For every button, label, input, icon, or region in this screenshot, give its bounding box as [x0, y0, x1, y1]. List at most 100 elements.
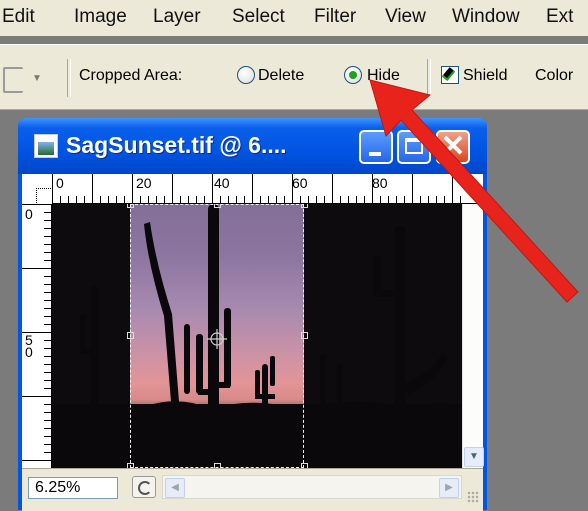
close-button[interactable]: ✕	[436, 130, 470, 164]
scroll-right-icon[interactable]: ▶	[439, 478, 459, 498]
ruler-tick	[44, 324, 52, 325]
vertical-scrollbar[interactable]: ▼	[462, 204, 484, 468]
chevron-down-icon[interactable]: ▼	[32, 73, 42, 84]
hide-label[interactable]: Hide	[367, 67, 400, 85]
ruler-tick	[308, 196, 309, 204]
document-window: SagSunset.tif @ 6.... ✕ 0 20 40 60 80 0 …	[18, 118, 487, 511]
delete-label[interactable]: Delete	[258, 67, 304, 85]
separator	[67, 59, 71, 97]
ruler-tick	[436, 196, 437, 204]
ruler-tick	[44, 300, 52, 301]
ruler-tick	[44, 244, 52, 245]
ruler-tick	[444, 196, 445, 204]
document-icon	[34, 134, 58, 158]
minimize-button[interactable]	[359, 130, 393, 164]
menu-ext[interactable]: Ext	[546, 6, 573, 28]
crop-handle[interactable]	[301, 332, 308, 339]
menu-select[interactable]: Select	[232, 6, 285, 28]
ruler-tick	[252, 174, 253, 204]
status-menu-icon[interactable]	[132, 476, 156, 498]
ruler-tick	[180, 196, 181, 204]
ruler-tick	[420, 196, 421, 204]
shield-checkbox[interactable]	[441, 66, 459, 84]
ruler-tick	[292, 174, 293, 204]
menu-edit[interactable]: Edit	[2, 6, 35, 28]
radio-selected-dot	[349, 71, 357, 79]
resize-grip-icon[interactable]	[467, 491, 479, 503]
ruler-tick	[220, 196, 221, 204]
menu-layer[interactable]: Layer	[153, 6, 201, 28]
zoom-field[interactable]: 6.25%	[28, 477, 118, 499]
horizontal-scrollbar[interactable]: ◀ ▶	[162, 475, 462, 499]
ruler-tick	[172, 174, 173, 204]
ruler-tick	[44, 348, 52, 349]
maximize-icon	[405, 138, 423, 154]
ruler-label: 40	[214, 175, 230, 191]
title-bar[interactable]: SagSunset.tif @ 6.... ✕	[18, 118, 487, 174]
close-icon: ✕	[440, 130, 466, 163]
ruler-tick	[276, 196, 277, 204]
ruler-tick	[156, 196, 157, 204]
ruler-tick	[364, 196, 365, 204]
ruler-tick	[340, 196, 341, 204]
shield-label[interactable]: Shield	[463, 67, 507, 85]
scroll-down-icon[interactable]: ▼	[464, 447, 484, 467]
ruler-tick	[148, 196, 149, 204]
menu-window[interactable]: Window	[452, 6, 520, 28]
ruler-tick	[332, 174, 333, 204]
minimize-icon	[369, 152, 381, 156]
ruler-tick	[164, 196, 165, 204]
document-client-area: 0 20 40 60 80 0 5 0 ▼ 6.25% ◀ ▶	[22, 174, 484, 511]
image-canvas[interactable]	[52, 204, 462, 468]
ruler-tick	[188, 196, 189, 204]
ruler-tick	[44, 236, 52, 237]
ruler-tick	[44, 276, 52, 277]
ruler-tick	[44, 292, 52, 293]
ruler-tick	[44, 380, 52, 381]
ruler-tick	[316, 196, 317, 204]
crop-tool-icon[interactable]	[3, 67, 23, 93]
ruler-tick	[212, 174, 213, 204]
ruler-tick	[44, 420, 52, 421]
ruler-tick	[22, 396, 52, 397]
ruler-tick	[380, 196, 381, 204]
options-bar: ▼ Cropped Area: Delete Hide Shield Color	[0, 44, 588, 110]
menu-filter[interactable]: Filter	[314, 6, 356, 28]
crop-handle[interactable]	[214, 204, 221, 208]
ruler-tick	[76, 196, 77, 204]
crop-handle[interactable]	[127, 332, 134, 339]
ruler-tick	[124, 196, 125, 204]
hide-radio[interactable]	[344, 66, 362, 84]
ruler-tick	[452, 174, 453, 204]
ruler-tick	[44, 220, 52, 221]
ruler-tick	[460, 196, 461, 204]
window-title: SagSunset.tif @ 6....	[66, 132, 287, 158]
ruler-tick	[268, 196, 269, 204]
ruler-tick	[44, 212, 52, 213]
ruler-tick	[396, 196, 397, 204]
scroll-left-icon[interactable]: ◀	[165, 478, 185, 498]
ruler-tick	[44, 404, 52, 405]
ruler-tick	[388, 196, 389, 204]
ruler-tick	[44, 436, 52, 437]
ruler-tick	[412, 174, 413, 204]
color-label[interactable]: Color	[535, 67, 573, 85]
status-bar: 6.25% ◀ ▶	[22, 468, 483, 511]
crop-marquee[interactable]	[130, 204, 304, 468]
ruler-tick	[228, 196, 229, 204]
maximize-button[interactable]	[397, 130, 431, 164]
ruler-tick	[236, 196, 237, 204]
crop-handle[interactable]	[127, 204, 134, 208]
menu-image[interactable]: Image	[74, 6, 127, 28]
menu-view[interactable]: View	[385, 6, 426, 28]
ruler-label: 20	[136, 175, 152, 191]
ruler-tick	[244, 196, 245, 204]
delete-radio[interactable]	[237, 66, 255, 84]
ruler-tick	[300, 196, 301, 204]
ruler-origin[interactable]	[22, 174, 53, 205]
ruler-label: 60	[292, 175, 308, 191]
ruler-tick	[140, 196, 141, 204]
ruler-tick	[324, 196, 325, 204]
ruler-tick	[60, 196, 61, 204]
crop-handle[interactable]	[301, 204, 308, 208]
